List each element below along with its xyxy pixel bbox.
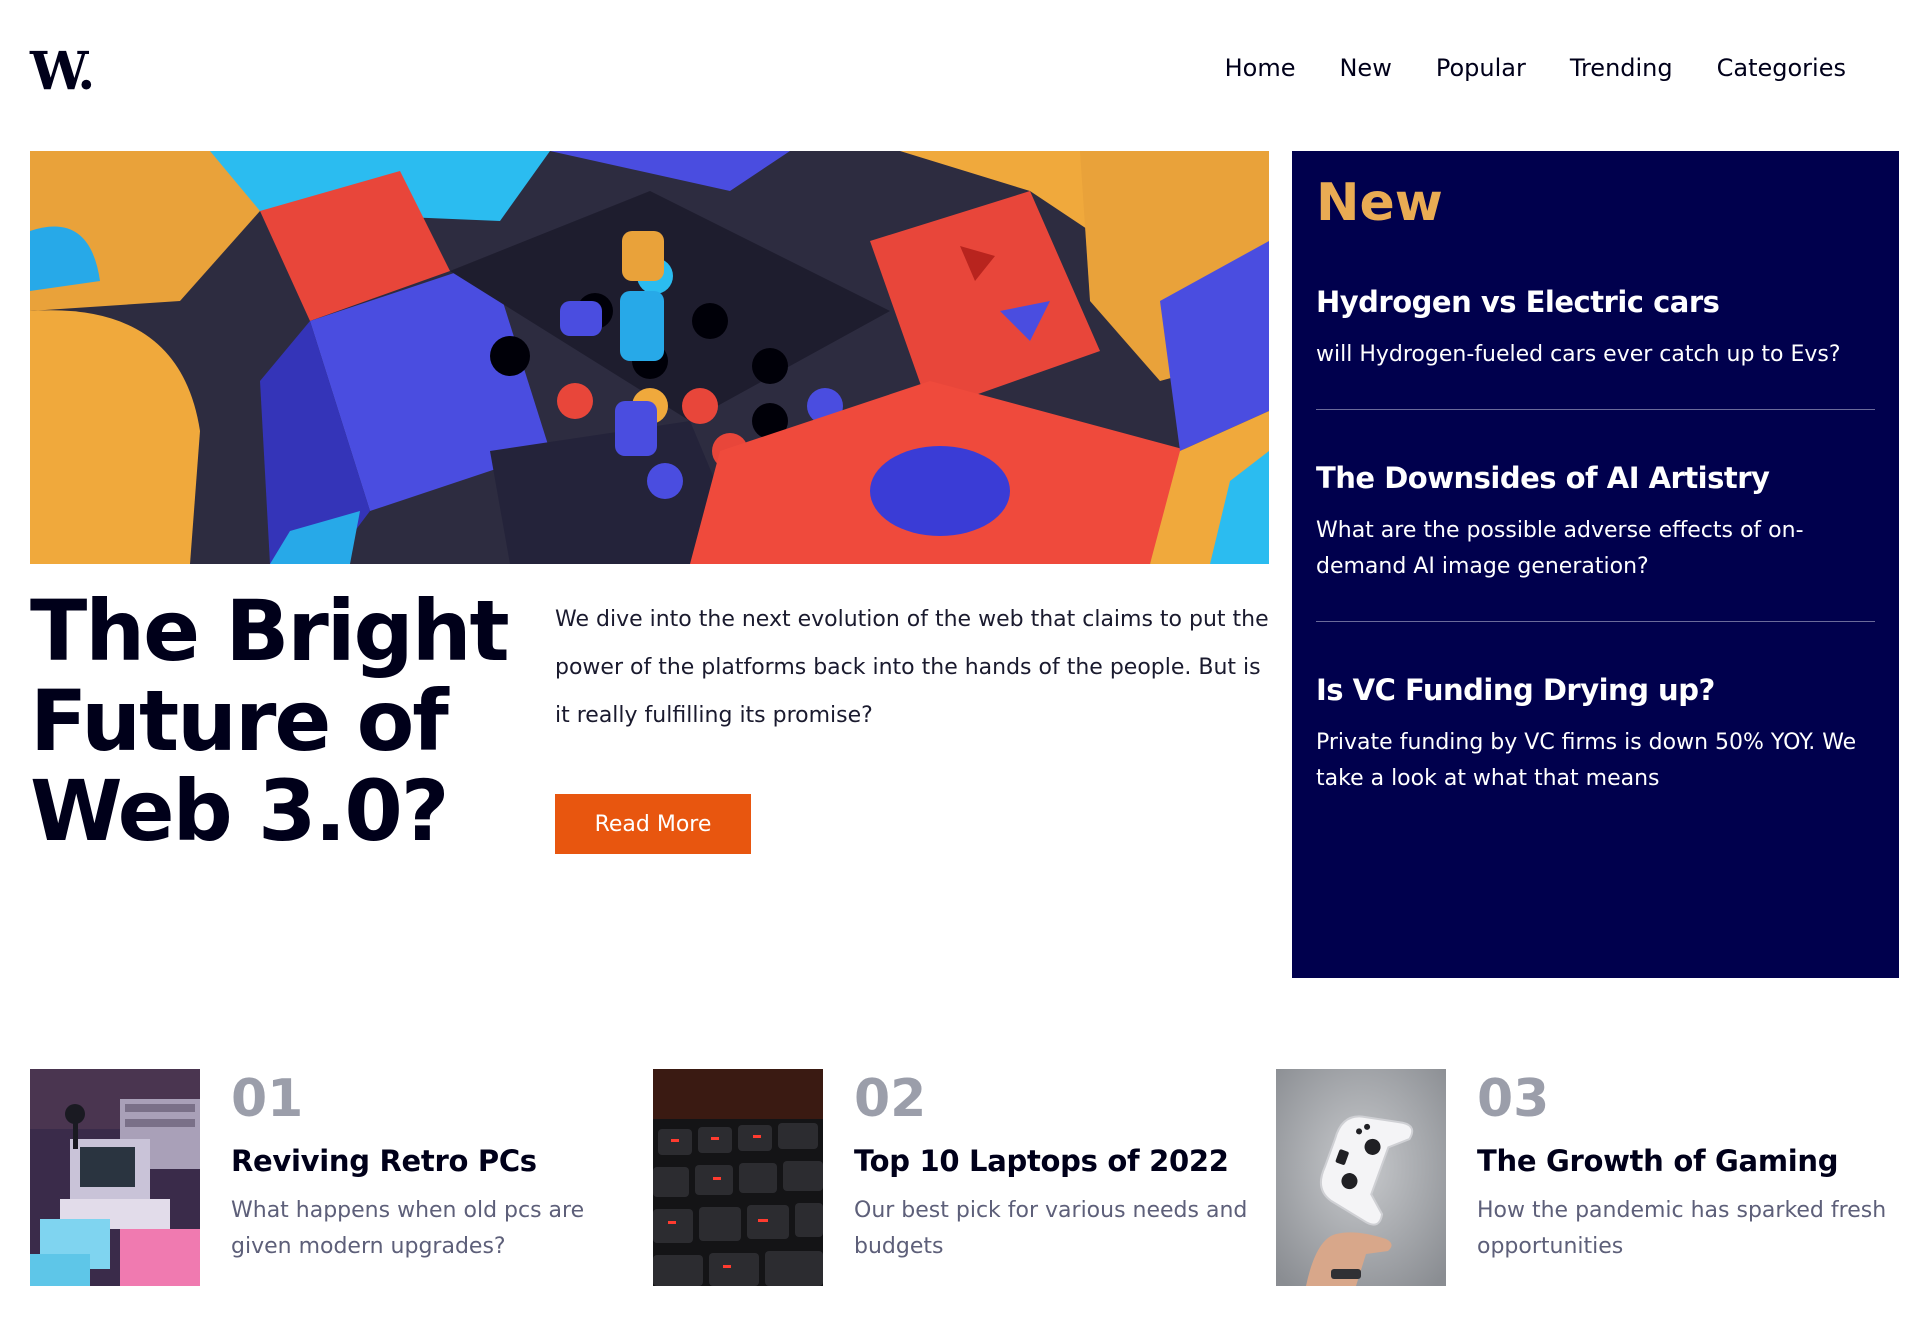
article-card[interactable]: 03 The Growth of Gaming How the pandemic… (1276, 1069, 1896, 1287)
card-number: 03 (1477, 1069, 1550, 1129)
hero-image (30, 151, 1269, 564)
new-item-text: Private funding by VC firms is down 50% … (1316, 730, 1857, 791)
card-number: 02 (854, 1069, 927, 1129)
new-item[interactable]: The Downsides of AI Artistry What are th… (1316, 461, 1876, 585)
hero-title: The Bright Future of Web 3.0? (30, 582, 510, 860)
new-item[interactable]: Hydrogen vs Electric cars will Hydrogen-… (1316, 285, 1876, 373)
new-item-text: What are the possible adverse effects of… (1316, 518, 1804, 579)
new-panel-heading: New (1316, 173, 1443, 233)
hero-description: We dive into the next evolution of the w… (555, 607, 1269, 728)
card-title[interactable]: The Growth of Gaming (1477, 1144, 1838, 1178)
nav-popular[interactable]: Popular (1436, 54, 1526, 82)
card-description: Our best pick for various needs and budg… (854, 1198, 1248, 1259)
article-card[interactable]: 02 Top 10 Laptops of 2022 Our best pick … (653, 1069, 1273, 1287)
abstract-blocks-illustration (30, 151, 1269, 564)
retro-pcs-thumbnail[interactable] (30, 1069, 200, 1286)
article-card[interactable]: 01 Reviving Retro PCs What happens when … (30, 1069, 650, 1287)
card-description: How the pandemic has sparked fresh oppor… (1477, 1198, 1887, 1259)
new-item-title[interactable]: The Downsides of AI Artistry (1316, 461, 1876, 495)
keyboard-image (653, 1069, 823, 1286)
gaming-thumbnail[interactable] (1276, 1069, 1446, 1286)
new-item-text: will Hydrogen-fueled cars ever catch up … (1316, 342, 1841, 367)
new-item-title[interactable]: Is VC Funding Drying up? (1316, 673, 1876, 707)
divider (1316, 621, 1875, 622)
retro-pc-image (30, 1069, 200, 1286)
laptops-thumbnail[interactable] (653, 1069, 823, 1286)
nav-home[interactable]: Home (1225, 54, 1296, 82)
site-logo[interactable]: W. (30, 46, 95, 98)
new-item[interactable]: Is VC Funding Drying up? Private funding… (1316, 673, 1876, 797)
new-item-title[interactable]: Hydrogen vs Electric cars (1316, 285, 1876, 319)
read-more-button[interactable]: Read More (555, 794, 751, 854)
card-number: 01 (231, 1069, 304, 1129)
card-title[interactable]: Top 10 Laptops of 2022 (854, 1144, 1229, 1178)
card-description: What happens when old pcs are given mode… (231, 1198, 585, 1259)
main-nav: Home New Popular Trending Categories (1225, 54, 1846, 82)
new-articles-panel: New Hydrogen vs Electric cars will Hydro… (1292, 151, 1899, 978)
divider (1316, 409, 1875, 410)
nav-categories[interactable]: Categories (1717, 54, 1846, 82)
game-controller-image (1276, 1069, 1446, 1286)
nav-trending[interactable]: Trending (1570, 54, 1673, 82)
card-title[interactable]: Reviving Retro PCs (231, 1144, 537, 1178)
nav-new[interactable]: New (1339, 54, 1391, 82)
